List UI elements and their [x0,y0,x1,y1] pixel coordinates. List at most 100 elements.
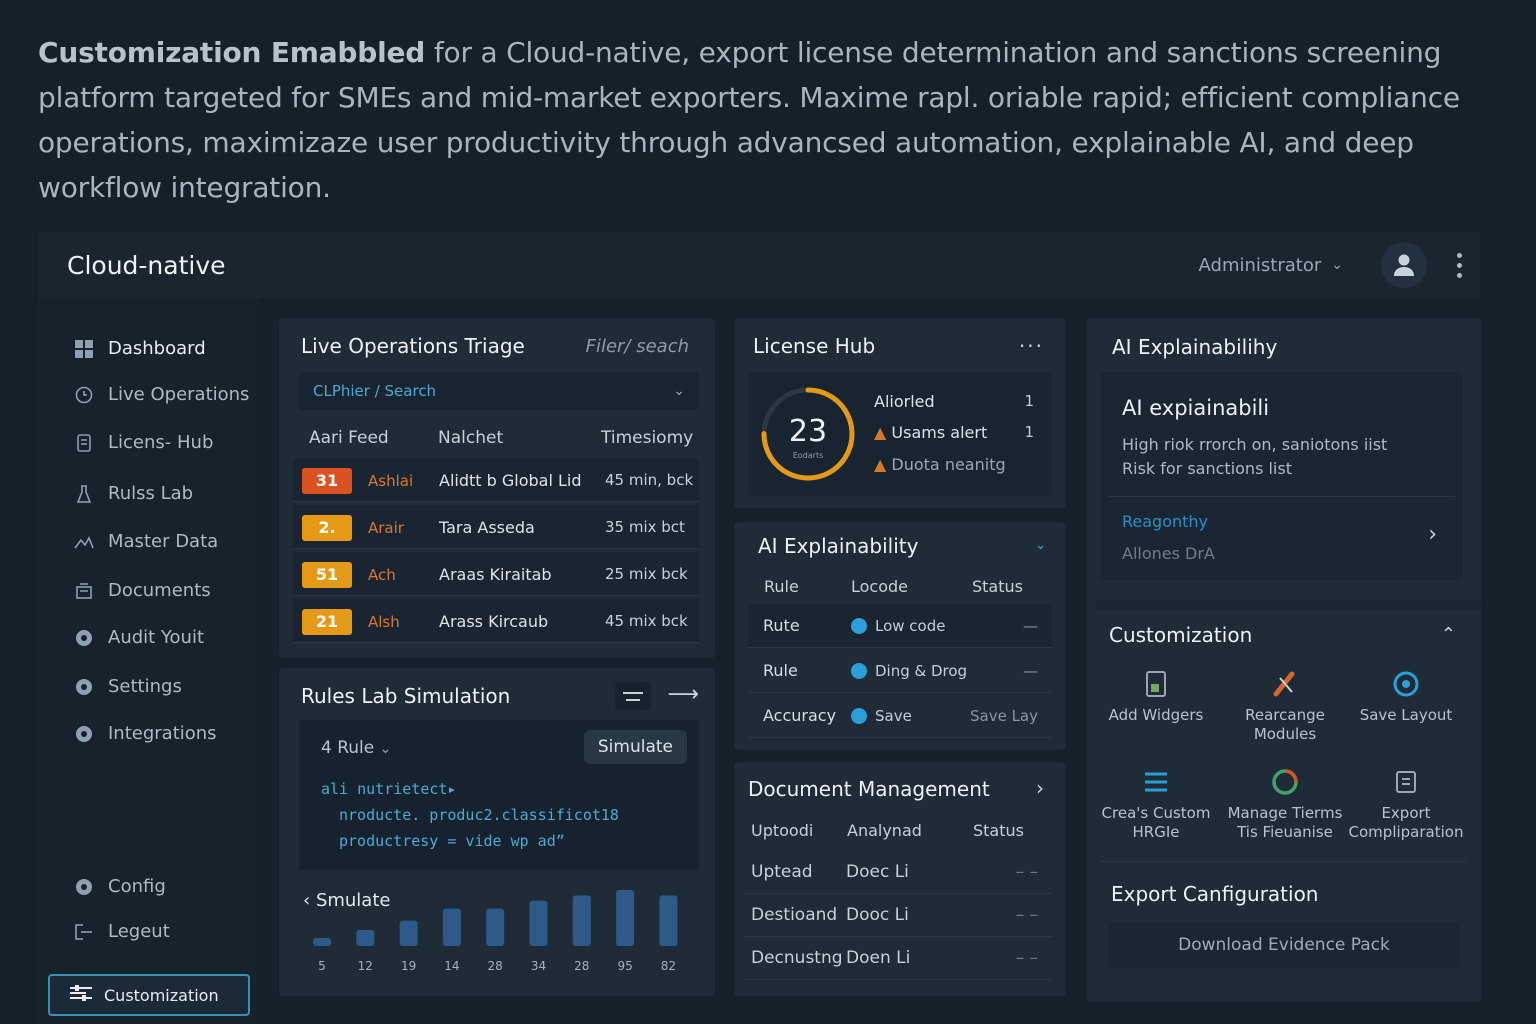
table-row[interactable]: Destioand Dooc Li – – [744,895,1052,937]
intro-text: Customization Emabbled for a Cloud-nativ… [38,30,1478,210]
customization-button[interactable]: Customization [48,974,250,1016]
status-dot-icon [851,663,867,679]
sidebar-item-label: Documents [108,580,211,601]
app-title: Cloud-native [67,250,226,280]
chevron-down-icon: ⌄ [379,741,392,757]
save-layout-button[interactable]: Save Layout [1346,666,1466,725]
priority-badge: 31 [302,468,352,494]
code-line: nroducte. produc2.classificot18 [339,806,619,824]
rule-select[interactable]: 4 Rule ⌄ [321,738,391,758]
add-widgets-button[interactable]: Add Widgers [1096,666,1216,725]
priority-badge: 2. [302,515,352,541]
ai-explainability-title: AI Explainability [758,534,919,558]
export-icon [1396,771,1416,793]
sidebar-item-label: Master Data [108,531,219,552]
search-input[interactable]: CLPhier / Search ⌄ [299,372,699,410]
arrow-right-icon[interactable]: ⟶ [667,682,699,707]
table-row[interactable]: 2. Arair Tara Asseda 35 mix bct [293,505,699,549]
table-row[interactable]: Uptead Doec Li – – [744,852,1052,894]
menu-icon[interactable] [615,682,651,710]
license-item-label: Usams alert [891,423,988,442]
sliders-icon [70,985,92,1005]
role-dropdown[interactable]: Administrator ⌄ [1199,255,1343,276]
chevron-down-icon[interactable]: ⌄ [1035,538,1046,553]
sidebar-item-master-data[interactable]: Master Data [74,531,218,552]
sidebar-item-config[interactable]: Config [74,876,166,897]
code-editor[interactable]: 4 Rule ⌄ Simulate ali nutrietect▸ nroduc… [299,720,699,870]
status-cell: Save Lay [969,707,1038,725]
chart-bar [659,895,678,946]
simulate-button[interactable]: Simulate [583,730,687,764]
chart-bar [442,908,461,946]
sidebar-item-logout[interactable]: Legeut [74,921,170,942]
status-dot-icon [851,618,867,634]
sidebar-item-settings[interactable]: Settings [74,676,182,697]
table-row[interactable]: 21 Alsh Arass Kircaub 45 mix bck [293,599,699,643]
license-item-label: Duota neanitg [891,455,1006,474]
sidebar-item-live-operations[interactable]: Live Operations [74,384,249,405]
sidebar-item-audit[interactable]: Audit Youit [74,627,204,648]
sidebar-item-label: Rulss Lab [108,483,194,504]
table-row[interactable]: 51 Ach Araas Kiraitab 25 mix bck [293,552,699,596]
custom-item-label: Crea's Custom HRGIe [1101,804,1211,841]
avatar[interactable] [1381,242,1427,288]
chevron-right-icon[interactable]: › [1428,522,1437,547]
chart-tick-label: 34 [531,959,546,973]
widget-icon [1146,671,1166,697]
chevron-right-icon[interactable]: › [1036,776,1044,800]
rearrange-modules-button[interactable]: Rearcange Modules [1225,666,1345,744]
time-cell: 45 min, bck [605,471,694,489]
reasoning-link[interactable]: Reagonthy [1122,512,1208,531]
right-panel: AI Explainabilihy AI expiainabili High r… [1086,318,1482,1002]
tag-cell: Ach [368,566,396,584]
table-row[interactable]: Rule Ding & Drog — [748,649,1052,693]
sidebar-item-rules-lab[interactable]: Rulss Lab [74,483,193,504]
chevron-up-icon[interactable]: ⌃ [1441,624,1456,645]
status-cell: — [1023,617,1038,635]
license-item: ▲ Usams alert [874,423,987,442]
sidebar-item-integrations[interactable]: Integrations [74,723,217,744]
simulate-back-link[interactable]: ‹ Smulate [303,890,390,911]
create-custom-button[interactable]: Crea's Custom HRGIe [1096,764,1216,842]
doc-cell: Doen Li [846,948,911,968]
chart-tick-label: 12 [358,959,373,973]
config-icon [74,877,94,897]
time-cell: 25 mix bck [605,565,688,583]
priority-badge: 51 [302,562,352,588]
table-row[interactable]: 31 Ashlai Alidtt b Global Lid 45 min, bck [293,458,699,502]
chart-tick-label: 28 [488,959,503,973]
sidebar-item-license-hub[interactable]: Licens- Hub [74,432,213,453]
sidebar-item-documents[interactable]: Documents [74,580,211,601]
audit-icon [74,628,94,648]
live-ops-title: Live Operations Triage [301,334,525,358]
doc-cell: Destioand [751,905,838,925]
value-text: Ding & Drog [875,662,968,680]
rules-lab-card: Rules Lab Simulation ⟶ 4 Rule ⌄ Simulate… [279,668,715,996]
custom-item-label: Manage Tierms Tis Fieuanise [1227,804,1343,841]
more-menu-icon[interactable] [1457,252,1462,278]
custom-item-label: Export Compliparation [1348,804,1464,841]
table-row[interactable]: Decnustng Doen Li – – [744,938,1052,980]
document-management-title: Document Management [748,777,990,801]
chart-bar [486,908,505,946]
top-bar: Cloud-native Administrator ⌄ [38,232,1480,298]
time-cell: 45 mix bck [605,612,688,630]
more-horizontal-icon[interactable]: ··· [1019,334,1044,358]
filter-link[interactable]: Filer/ seach [586,336,689,357]
sidebar-item-dashboard[interactable]: Dashboard [74,338,206,359]
custom-item-label: Rearcange Modules [1245,706,1325,743]
export-button[interactable]: Export Compliparation [1346,764,1466,842]
sidebar-item-label: Legeut [108,921,170,942]
column-header: Rule [764,577,799,596]
sidebar-item-label: Licens- Hub [108,432,214,453]
ai-panel-title: AI Explainabilihy [1112,335,1278,359]
table-row[interactable]: Rute Low code — [748,604,1052,648]
download-evidence-button[interactable]: Download Evidence Pack [1108,922,1460,968]
column-header: Status [972,577,1023,596]
rule-cell: Rute [763,616,800,635]
manage-terms-button[interactable]: Manage Tierms Tis Fieuanise [1225,764,1345,842]
customization-label: Customization [104,985,219,1005]
warning-icon: ▲ [874,455,887,474]
table-row[interactable]: Accuracy Save Save Lay [748,694,1052,738]
sidebar-item-label: Integrations [108,723,217,744]
